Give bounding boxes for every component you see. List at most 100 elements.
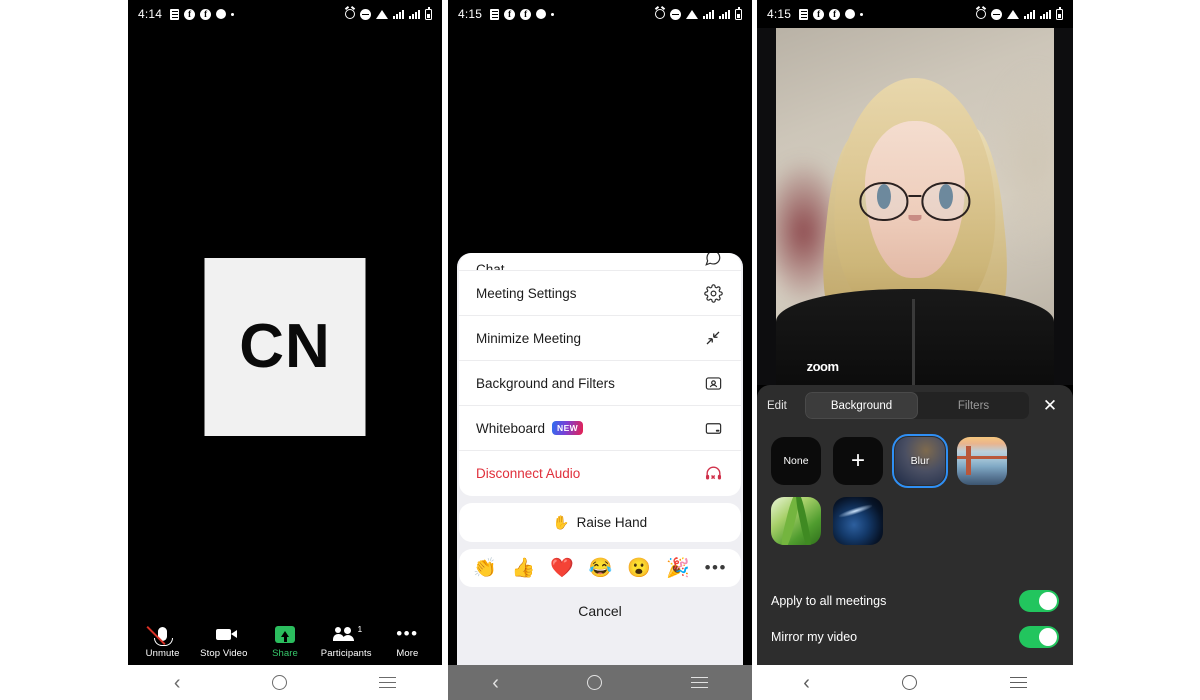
raise-hand-button[interactable]: ✋ Raise Hand	[459, 503, 741, 542]
background-option-add[interactable]: +	[833, 437, 883, 485]
menu-item-label: Chat	[476, 262, 505, 271]
recents-icon[interactable]	[379, 676, 397, 689]
background-option-blur[interactable]: Blur	[892, 434, 948, 488]
open-mouth-reaction[interactable]: 😮	[627, 559, 651, 578]
menu-item-whiteboard[interactable]: Whiteboard NEW	[459, 406, 741, 451]
recents-icon[interactable]	[1009, 676, 1027, 689]
minimize-arrows-icon	[702, 327, 724, 349]
background-option-earth-from-space[interactable]	[833, 497, 883, 545]
party-popper-reaction[interactable]: 🎉	[666, 559, 690, 578]
background-thumbnail-grid: None + Blur	[757, 423, 1073, 545]
clap-reaction[interactable]: 👏	[473, 559, 497, 578]
status-bar-2: 4:15 f f	[448, 0, 752, 28]
video-camera-icon	[216, 625, 238, 644]
home-icon[interactable]	[902, 675, 918, 690]
app-dot-icon	[216, 9, 227, 19]
headset-off-icon	[702, 463, 724, 485]
wifi-icon	[376, 9, 388, 19]
whiteboard-icon	[702, 417, 724, 439]
cancel-label: Cancel	[578, 603, 622, 619]
tab-background[interactable]: Background	[805, 392, 918, 419]
android-nav-bar-1: ‹	[128, 665, 442, 700]
share-screen-icon	[275, 625, 295, 644]
heart-reaction[interactable]: ❤️	[550, 559, 574, 578]
background-option-label: None	[783, 455, 809, 467]
apply-all-toggle[interactable]	[1019, 590, 1059, 612]
phone-panel-meeting: 4:14 f f CN Unmute Stop Video Share 1 Pa…	[128, 0, 442, 700]
signal-icon-1	[393, 9, 404, 19]
menu-item-background-and-filters[interactable]: Background and Filters	[459, 361, 741, 406]
person-video-image: zoom	[776, 28, 1054, 385]
do-not-disturb-icon	[670, 8, 681, 20]
plus-icon: +	[850, 447, 865, 474]
setting-label: Apply to all meetings	[771, 594, 887, 608]
back-icon[interactable]: ‹	[803, 673, 810, 693]
panel-tabs: Edit Background Filters ✕	[757, 388, 1073, 423]
close-icon[interactable]: ✕	[1037, 396, 1063, 416]
zoom-wordmark: zoom	[806, 359, 839, 375]
unmute-button[interactable]: Unmute	[132, 625, 193, 659]
facebook-icon-2: f	[520, 8, 532, 20]
status-bar-1: 4:14 f f	[128, 0, 442, 28]
status-time: 4:15	[767, 7, 792, 21]
status-time: 4:15	[458, 7, 483, 21]
small-dot-icon	[860, 12, 864, 16]
facebook-icon: f	[813, 8, 825, 20]
menu-item-chat[interactable]: Chat	[459, 253, 741, 271]
joy-reaction[interactable]: 😂	[589, 559, 613, 578]
mirror-video-toggle[interactable]	[1019, 626, 1059, 648]
more-reactions-icon[interactable]: •••	[705, 559, 727, 576]
back-icon[interactable]: ‹	[492, 673, 499, 693]
menu-item-meeting-settings[interactable]: Meeting Settings	[459, 271, 741, 316]
more-options-sheet: Chat Meeting Settings Minimize Meeting B…	[457, 253, 743, 665]
more-button[interactable]: ••• More	[377, 625, 438, 659]
small-dot-icon	[231, 12, 235, 16]
signal-icon-2	[1040, 9, 1051, 19]
cancel-button[interactable]: Cancel	[457, 594, 743, 628]
background-option-grass[interactable]	[771, 497, 821, 545]
gear-icon	[702, 282, 724, 304]
menu-item-minimize-meeting[interactable]: Minimize Meeting	[459, 316, 741, 361]
signal-icon-1	[703, 9, 714, 19]
edit-button[interactable]: Edit	[767, 400, 797, 412]
background-filters-panel: Edit Background Filters ✕ None + Blur Ap…	[757, 385, 1073, 665]
facebook-icon: f	[504, 8, 516, 20]
background-option-none[interactable]: None	[771, 437, 821, 485]
share-button[interactable]: Share	[254, 625, 315, 659]
participants-icon: 1	[333, 624, 362, 644]
setting-label: Mirror my video	[771, 630, 858, 644]
more-dots-icon: •••	[396, 624, 419, 643]
back-icon[interactable]: ‹	[174, 673, 181, 693]
status-bar-3: 4:15 f f	[757, 0, 1073, 28]
background-option-golden-gate-bridge[interactable]	[957, 437, 1007, 485]
menu-item-disconnect-audio[interactable]: Disconnect Audio	[459, 451, 741, 496]
app-dot-icon	[536, 9, 547, 19]
raise-hand-emoji: ✋	[552, 514, 570, 530]
wifi-icon	[686, 9, 698, 19]
small-dot-icon	[551, 12, 555, 16]
notes-icon	[490, 8, 500, 20]
setting-apply-to-all-meetings[interactable]: Apply to all meetings	[771, 583, 1059, 619]
android-nav-bar-2: ‹	[448, 665, 752, 700]
background-option-label: Blur	[910, 455, 930, 467]
facebook-icon: f	[184, 8, 196, 20]
menu-card: Chat Meeting Settings Minimize Meeting B…	[459, 253, 741, 496]
self-video-preview: zoom	[757, 28, 1073, 385]
home-icon[interactable]	[587, 675, 603, 690]
notes-icon	[799, 8, 809, 20]
android-nav-bar-3: ‹	[757, 665, 1073, 700]
participants-button[interactable]: 1 Participants	[316, 624, 377, 659]
notes-icon	[170, 8, 180, 20]
more-label: More	[396, 647, 419, 659]
recents-icon[interactable]	[690, 676, 708, 689]
stop-video-label: Stop Video	[200, 647, 248, 659]
tab-filters[interactable]: Filters	[918, 392, 1029, 419]
setting-mirror-my-video[interactable]: Mirror my video	[771, 619, 1059, 655]
person-frame-icon	[702, 372, 724, 394]
phone-panel-background-filters: 4:15 f f zoom Edit Background Filters ✕ …	[757, 0, 1073, 700]
status-time: 4:14	[138, 7, 163, 21]
home-icon[interactable]	[272, 675, 288, 690]
raise-hand-label: Raise Hand	[576, 515, 648, 530]
stop-video-button[interactable]: Stop Video	[193, 625, 254, 659]
thumbs-up-reaction[interactable]: 👍	[512, 559, 536, 578]
